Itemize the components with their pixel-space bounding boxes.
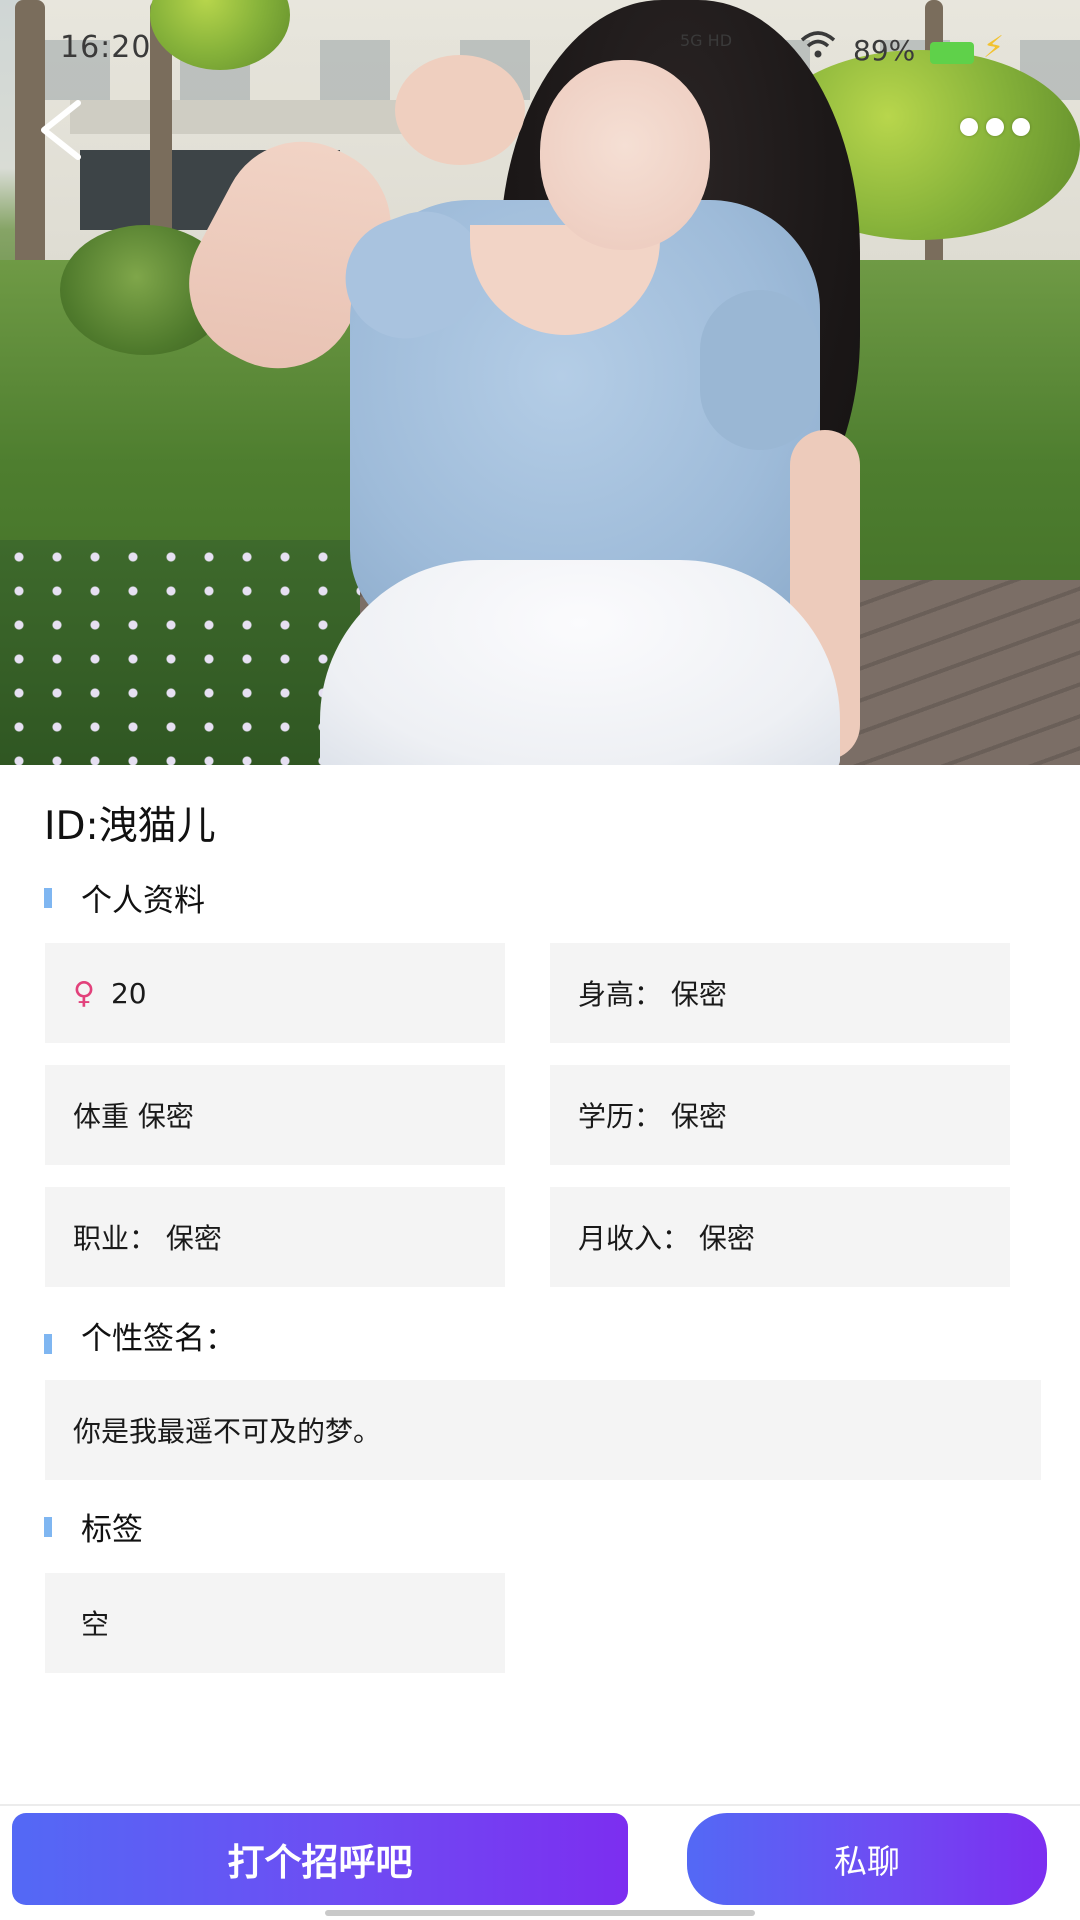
- section-tags: 标签: [44, 1504, 143, 1549]
- battery-icon: [930, 42, 974, 64]
- bottom-divider: [0, 1804, 1080, 1806]
- section-marker: [44, 1333, 52, 1354]
- network-type: 5G HD: [680, 31, 733, 50]
- weight-value: 体重 保密: [73, 1100, 194, 1133]
- height-card: 身高： 保密: [550, 943, 1010, 1043]
- chevron-left-icon: [41, 100, 81, 160]
- signature-card: 你是我最遥不可及的梦。: [45, 1380, 1041, 1480]
- more-dot: [986, 118, 1004, 136]
- more-dot: [1012, 118, 1030, 136]
- age-card: ♀ 20: [45, 943, 505, 1043]
- section-title-text: 个人资料: [81, 883, 205, 919]
- age-value: 20: [110, 976, 147, 1010]
- status-bar: 16:20 5G HD 89% ⚡: [0, 0, 1080, 100]
- education-value: 学历： 保密: [578, 1100, 727, 1133]
- status-time: 16:20: [60, 30, 152, 65]
- wifi-icon: [800, 30, 836, 68]
- home-indicator[interactable]: [325, 1910, 755, 1916]
- income-card: 月收入： 保密: [550, 1187, 1010, 1287]
- section-marker: [44, 887, 52, 908]
- more-options-button[interactable]: [960, 118, 1030, 136]
- signature-text: 你是我最遥不可及的梦。: [73, 1415, 382, 1448]
- weight-card: 体重 保密: [45, 1065, 505, 1165]
- more-dot: [960, 118, 978, 136]
- section-personal-info: 个人资料: [44, 875, 205, 920]
- greet-button[interactable]: 打个招呼吧: [12, 1813, 628, 1905]
- charging-icon: ⚡: [983, 30, 1005, 65]
- occupation-card: 职业： 保密: [45, 1187, 505, 1287]
- back-button[interactable]: [30, 95, 100, 165]
- education-card: 学历： 保密: [550, 1065, 1010, 1165]
- section-signature: 个性签名：: [44, 1313, 236, 1358]
- tag-item: 空: [45, 1573, 505, 1673]
- tag-text: 空: [81, 1608, 110, 1641]
- female-icon: ♀: [73, 975, 95, 1011]
- height-value: 身高： 保密: [578, 978, 727, 1011]
- section-title-text: 个性签名：: [81, 1321, 236, 1357]
- occupation-value: 职业： 保密: [73, 1222, 222, 1255]
- battery-percent: 89%: [853, 34, 916, 67]
- section-marker: [44, 1516, 52, 1537]
- profile-screen: 16:20 5G HD 89% ⚡ ID:洩猫儿 个人资料 ♀ 20 身高： 保…: [0, 0, 1080, 1920]
- profile-photo[interactable]: [0, 0, 1080, 765]
- user-id: ID:洩猫儿: [44, 804, 216, 849]
- private-chat-button[interactable]: 私聊: [687, 1813, 1047, 1905]
- income-value: 月收入： 保密: [578, 1222, 755, 1255]
- section-title-text: 标签: [81, 1512, 143, 1548]
